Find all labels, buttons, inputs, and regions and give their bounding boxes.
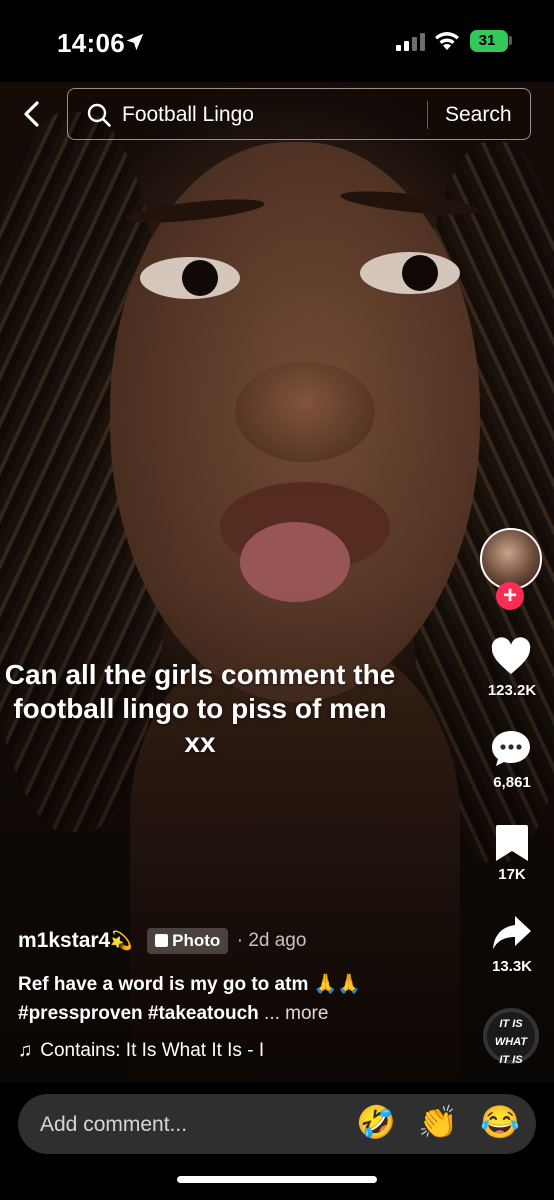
music-disc-line-1: IT IS (499, 1018, 523, 1030)
signal-icon (396, 33, 425, 51)
music-title: Contains: It Is What It Is - I (40, 1040, 265, 1061)
music-disc-line-2: WHAT (494, 1036, 528, 1048)
battery-level: 31 (478, 32, 496, 49)
author-row: m1kstar4💫 Photo · 2d ago (18, 928, 306, 962)
search-header: Football Lingo Search (0, 88, 554, 140)
battery-icon: 31 (470, 30, 508, 52)
comment-count: 6,861 (493, 774, 531, 791)
location-arrow-icon (126, 33, 144, 51)
laugh-emoji-button[interactable]: 😂 (480, 1102, 520, 1142)
music-note-icon: ♫ (18, 1040, 33, 1061)
search-icon (87, 103, 111, 127)
author-emoji: 💫 (110, 930, 133, 951)
more-link[interactable]: ... more (264, 1003, 328, 1024)
search-query: Football Lingo (122, 103, 254, 126)
post-date: · 2d ago (236, 930, 307, 951)
status-time: 14:06 (57, 28, 125, 58)
save-count: 17K (498, 866, 526, 883)
post-hashtags[interactable]: #pressproven #takeatouch (18, 1003, 259, 1024)
music-disc-line-3: IT IS (499, 1054, 523, 1066)
photo-icon (155, 934, 169, 947)
share-icon[interactable] (491, 912, 533, 954)
search-input[interactable]: Football Lingo Search (67, 88, 531, 140)
photo-badge: Photo (147, 928, 229, 954)
battery-tip (509, 36, 512, 45)
creator-avatar[interactable] (480, 528, 542, 590)
music-row[interactable]: ♫ Contains: It Is What It Is - I (18, 1040, 308, 1062)
comment-placeholder: Add comment... (40, 1113, 188, 1136)
back-icon[interactable] (18, 100, 46, 128)
video-overlay-text: Can all the girls comment the football l… (4, 659, 396, 758)
post-text: Ref have a word is my go to atm 🙏🙏 (18, 974, 361, 995)
search-button[interactable]: Search (445, 103, 512, 127)
music-disc[interactable]: IT IS WHAT IT IS (483, 1008, 539, 1066)
status-bar: 14:06 31 (0, 0, 554, 82)
bookmark-icon[interactable] (491, 822, 533, 864)
follow-button[interactable]: + (496, 582, 524, 610)
comment-input[interactable]: Add comment... 🤣 👏 😂 (18, 1094, 536, 1154)
rofl-emoji-button[interactable]: 🤣 (356, 1102, 396, 1142)
search-divider (427, 101, 428, 129)
share-count: 13.3K (491, 958, 533, 975)
clap-emoji-button[interactable]: 👏 (418, 1102, 458, 1142)
like-count: 123.2K (487, 682, 537, 699)
post-description[interactable]: Ref have a word is my go to atm 🙏🙏 #pres… (18, 970, 438, 1028)
heart-icon[interactable] (490, 636, 532, 678)
home-indicator[interactable] (177, 1176, 377, 1183)
comment-icon[interactable] (490, 728, 532, 770)
wifi-icon (435, 32, 459, 50)
photo-badge-label: Photo (172, 931, 221, 950)
author-username[interactable]: m1kstar4 (18, 929, 110, 952)
